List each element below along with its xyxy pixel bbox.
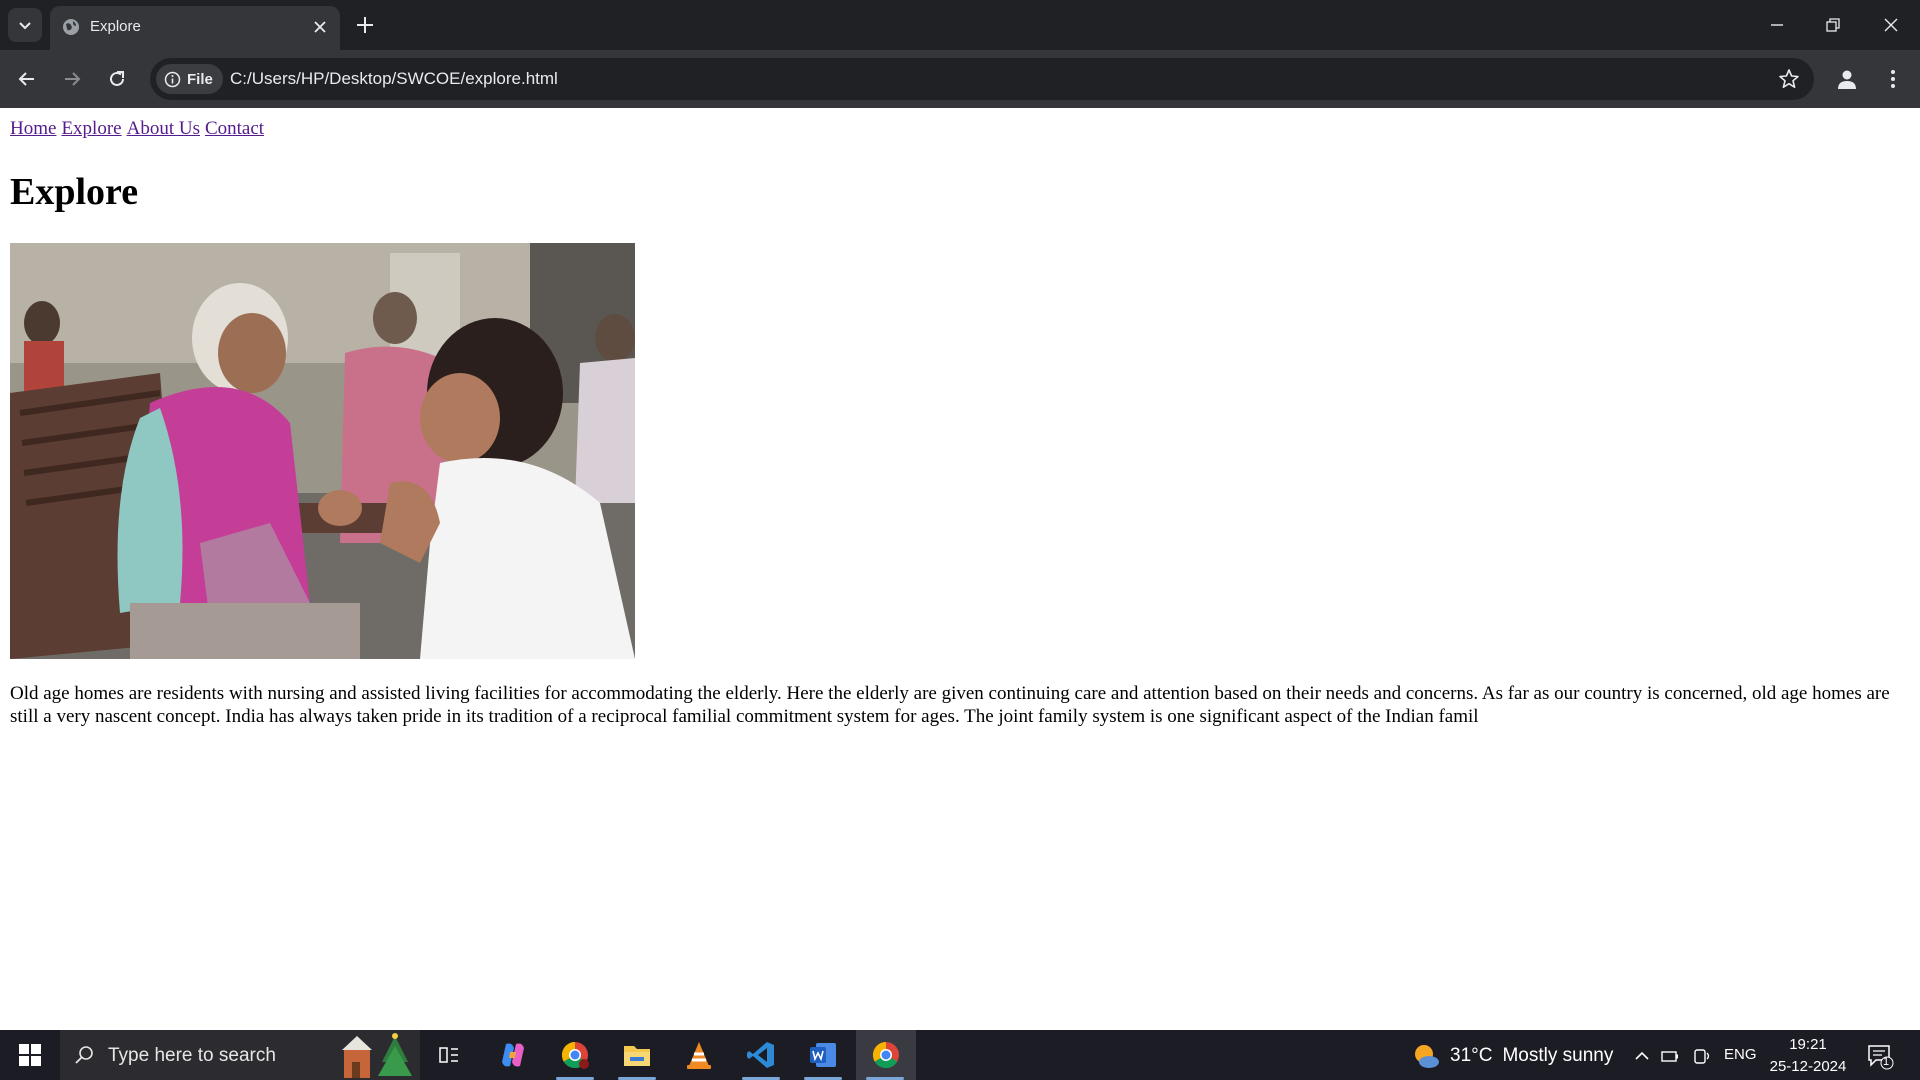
more-vertical-icon [1891, 70, 1895, 88]
speaker-icon[interactable] [1692, 1046, 1712, 1066]
taskbar-chrome-profile[interactable] [546, 1030, 604, 1080]
windows-start-icon[interactable] [12, 1042, 48, 1068]
taskbar-word[interactable] [794, 1030, 852, 1080]
copilot-icon [502, 1043, 524, 1067]
forward-button[interactable] [57, 64, 87, 94]
back-button[interactable] [12, 64, 42, 94]
weather-temp: 31°C [1450, 1045, 1493, 1066]
system-clock[interactable]: 19:21 25-12-2024 [1768, 1034, 1848, 1078]
search-placeholder: Type here to search [108, 1045, 276, 1066]
info-icon [164, 71, 181, 87]
address-bar[interactable]: File C:/Users/HP/Desktop/SWCOE/explore.h… [150, 58, 1814, 100]
notification-count: 1 [1883, 1056, 1890, 1068]
site-info-chip[interactable]: File [156, 64, 223, 94]
active-tab[interactable]: Explore [50, 6, 340, 50]
page-title: Explore [10, 171, 139, 213]
nav-link-explore[interactable]: Explore [61, 118, 121, 139]
minimize-icon [1771, 24, 1783, 26]
browser-menu-button[interactable] [1880, 64, 1906, 94]
vscode-icon [747, 1042, 774, 1068]
taskbar-copilot[interactable] [484, 1030, 542, 1080]
language-indicator[interactable]: ENG [1724, 1046, 1757, 1063]
chevron-down-icon [19, 22, 31, 30]
search-icon [75, 1046, 93, 1064]
globe-icon [63, 19, 79, 35]
weather-widget[interactable]: 31°C Mostly sunny [1412, 1043, 1613, 1069]
clock-time: 19:21 [1789, 1036, 1827, 1053]
windows-taskbar: Type here to search 31°C Mostly sunny EN… [0, 1030, 1920, 1080]
chevron-up-icon[interactable] [1632, 1046, 1652, 1066]
elderly-care-photo [10, 243, 635, 659]
close-tab-icon[interactable] [312, 19, 328, 35]
close-icon [1884, 18, 1898, 32]
taskbar-chrome-active[interactable] [856, 1030, 916, 1080]
site-nav: Home Explore About Us Contact [10, 118, 269, 140]
person-icon [1838, 70, 1856, 89]
close-window-button[interactable] [1878, 12, 1904, 38]
taskbar-vlc[interactable] [670, 1030, 728, 1080]
tab-search-button[interactable] [8, 8, 42, 42]
arrow-left-icon [18, 72, 34, 86]
tab-title: Explore [90, 18, 141, 35]
new-tab-icon[interactable] [354, 14, 376, 36]
sun-cloud-icon [1415, 1045, 1439, 1068]
taskbar-vscode[interactable] [732, 1030, 790, 1080]
profile-button[interactable] [1832, 64, 1862, 94]
clock-date: 25-12-2024 [1769, 1058, 1847, 1075]
bookmark-star-icon[interactable] [1778, 68, 1800, 90]
folder-icon [624, 1046, 650, 1066]
word-icon [810, 1043, 836, 1067]
vlc-icon [687, 1042, 711, 1069]
task-view-button[interactable] [420, 1030, 478, 1080]
nav-link-home[interactable]: Home [10, 118, 56, 139]
browser-tab-strip: Explore [0, 0, 1920, 50]
reload-button[interactable] [102, 64, 132, 94]
web-page: Home Explore About Us Contact Explore Ol… [0, 108, 1920, 1030]
browser-toolbar: File C:/Users/HP/Desktop/SWCOE/explore.h… [0, 50, 1920, 108]
notification-icon[interactable] [1866, 1042, 1894, 1070]
taskbar-file-explorer[interactable] [608, 1030, 666, 1080]
restore-icon [1826, 18, 1840, 32]
chrome-icon [561, 1041, 589, 1069]
chrome-icon [872, 1041, 899, 1069]
explore-paragraph: Old age homes are residents with nursing… [10, 683, 1890, 727]
search-highlight-icon [342, 1033, 412, 1078]
reload-icon [110, 71, 124, 86]
weather-text: Mostly sunny [1502, 1045, 1614, 1066]
nav-link-about-us[interactable]: About Us [127, 118, 200, 139]
arrow-right-icon [65, 72, 81, 86]
battery-icon[interactable] [1660, 1046, 1680, 1066]
task-view-icon [439, 1047, 458, 1063]
taskbar-search[interactable]: Type here to search [60, 1030, 420, 1080]
restore-button[interactable] [1820, 12, 1846, 38]
nav-link-contact[interactable]: Contact [205, 118, 264, 139]
url-text[interactable]: C:/Users/HP/Desktop/SWCOE/explore.html [230, 69, 558, 89]
site-chip-label: File [187, 70, 213, 88]
minimize-button[interactable] [1764, 12, 1790, 38]
